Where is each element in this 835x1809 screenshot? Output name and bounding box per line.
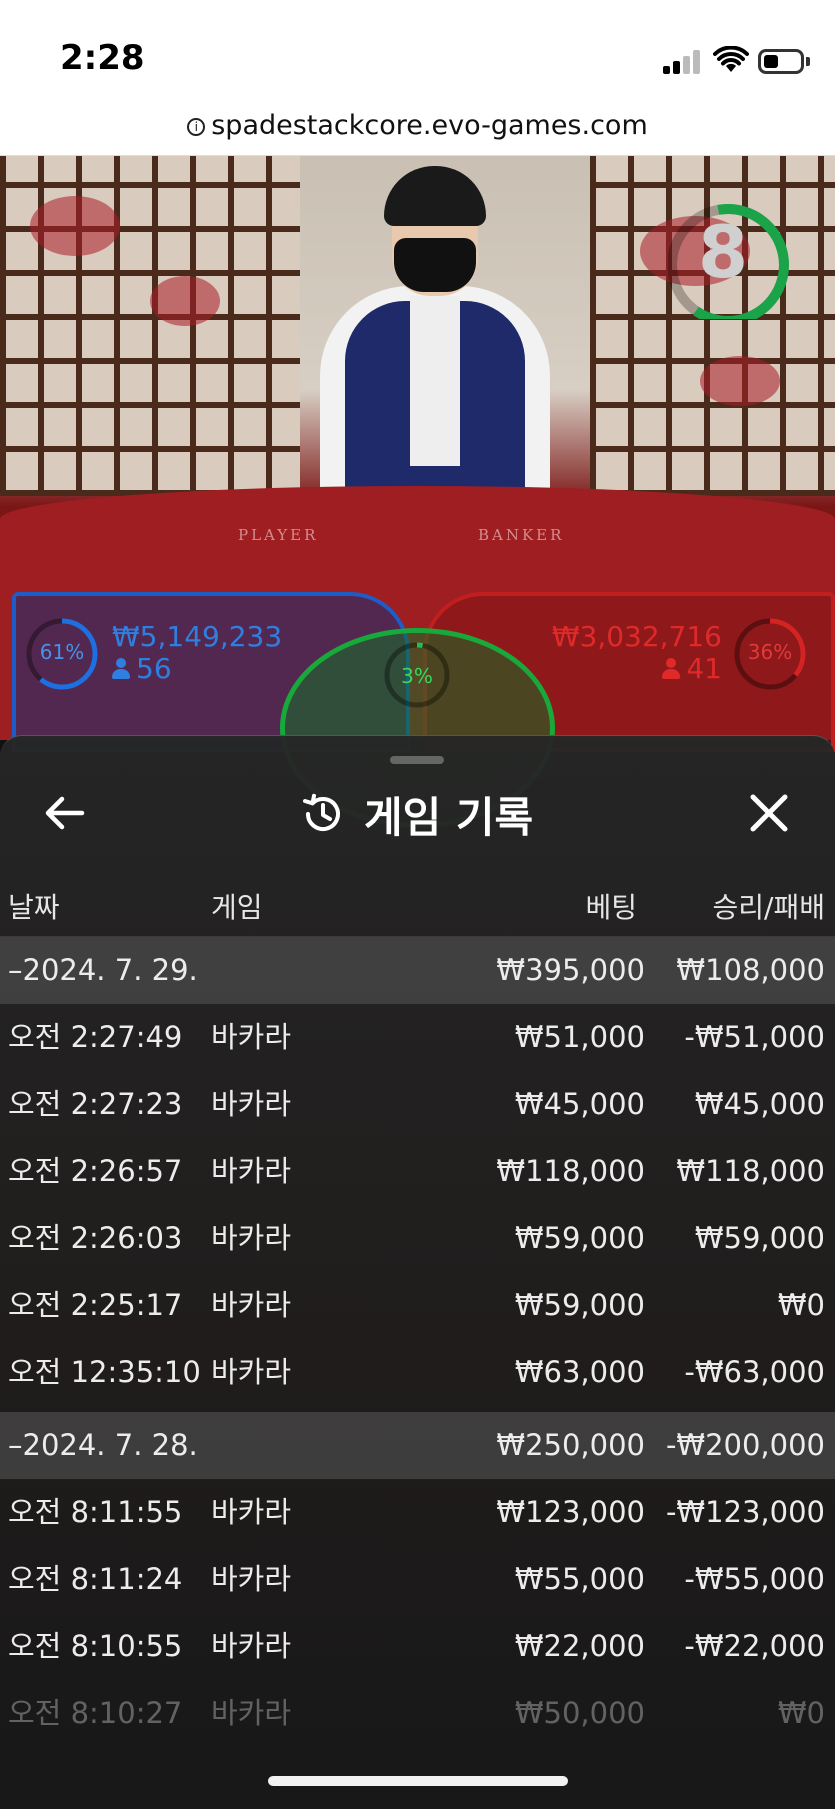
history-row[interactable]: 오전 8:10:55 바카라 ₩22,000 -₩22,000 (0, 1613, 835, 1680)
row-time: 오전 2:25:17 (8, 1288, 183, 1322)
row-winloss: ₩45,000 (694, 1087, 825, 1121)
row-bet: ₩50,000 (514, 1696, 645, 1730)
history-row[interactable]: 오전 8:11:55 바카라 ₩123,000 -₩123,000 (0, 1479, 835, 1546)
history-row[interactable]: 오전 2:27:49 바카라 ₩51,000 -₩51,000 (0, 1004, 835, 1071)
banker-count-person-icon (662, 658, 681, 680)
row-winloss: -₩123,000 (665, 1495, 825, 1529)
row-winloss: -₩63,000 (684, 1355, 825, 1389)
column-header-winloss: 승리/패배 (712, 891, 825, 924)
status-bar: 2:28 (0, 0, 835, 104)
info-icon[interactable]: i (187, 118, 206, 136)
player-bet-count: 56 (136, 652, 172, 685)
group-winloss-total: -₩200,000 (665, 1428, 825, 1462)
table-label-banker: BANKER (478, 526, 565, 544)
status-time: 2:28 (60, 38, 145, 78)
column-header-game: 게임 (211, 891, 263, 924)
row-game: 바카라 (211, 1221, 292, 1255)
row-bet: ₩55,000 (514, 1562, 645, 1596)
row-time: 오전 2:27:49 (8, 1020, 183, 1054)
banker-bet-amount: ₩3,032,716 (551, 620, 722, 653)
group-date: –2024. 7. 29. (8, 953, 198, 987)
arrow-left-icon[interactable] (38, 786, 92, 840)
row-game: 바카라 (211, 1020, 292, 1054)
group-winloss-total: ₩108,000 (676, 953, 825, 987)
history-row[interactable]: 오전 8:10:27 바카라 ₩50,000 ₩0 (0, 1680, 835, 1747)
row-time: 오전 2:26:57 (8, 1154, 183, 1188)
row-bet: ₩45,000 (514, 1087, 645, 1121)
tie-percentage: 3% (401, 664, 433, 688)
row-bet: ₩59,000 (514, 1221, 645, 1255)
group-date: –2024. 7. 28. (8, 1428, 198, 1462)
row-game: 바카라 (211, 1629, 292, 1663)
home-indicator[interactable] (268, 1776, 568, 1786)
sheet-title-text: 게임 기록 (364, 792, 534, 842)
column-header-bet: 베팅 (585, 891, 637, 924)
history-row[interactable]: 오전 12:35:10 바카라 ₩63,000 -₩63,000 (0, 1339, 835, 1406)
row-game: 바카라 (211, 1087, 292, 1121)
row-winloss: -₩51,000 (684, 1020, 825, 1054)
table-label-player: PLAYER (238, 526, 319, 544)
history-row[interactable]: 오전 2:27:23 바카라 ₩45,000 ₩45,000 (0, 1071, 835, 1138)
row-winloss: ₩118,000 (676, 1154, 825, 1188)
row-winloss: -₩22,000 (684, 1629, 825, 1663)
url-text[interactable]: i spadestackcore.evo-games.com (187, 110, 648, 141)
row-time: 오전 8:11:24 (8, 1562, 183, 1596)
row-bet: ₩118,000 (496, 1154, 645, 1188)
player-bet-amount: ₩5,149,233 (112, 620, 283, 653)
row-winloss: ₩0 (777, 1288, 825, 1322)
row-time: 오전 8:10:55 (8, 1629, 183, 1663)
row-game: 바카라 (211, 1562, 292, 1596)
history-row[interactable]: 오전 8:11:24 바카라 ₩55,000 -₩55,000 (0, 1546, 835, 1613)
cellular-signal-icon (663, 50, 703, 74)
row-bet: ₩22,000 (514, 1629, 645, 1663)
sheet-drag-handle[interactable] (390, 756, 444, 764)
group-bet-total: ₩395,000 (496, 953, 645, 987)
date-group-row[interactable]: –2024. 7. 28. ₩250,000 -₩200,000 (0, 1412, 835, 1479)
history-icon (303, 793, 340, 831)
row-game: 바카라 (211, 1355, 292, 1389)
row-time: 오전 12:35:10 (8, 1355, 201, 1389)
row-winloss: ₩0 (777, 1696, 825, 1730)
row-time: 오전 2:27:23 (8, 1087, 183, 1121)
banker-percentage: 36% (747, 640, 793, 664)
sheet-title: 게임 기록 (300, 784, 533, 844)
group-bet-total: ₩250,000 (496, 1428, 645, 1462)
address-bar[interactable]: i spadestackcore.evo-games.com (0, 104, 835, 156)
row-game: 바카라 (211, 1495, 292, 1529)
row-bet: ₩51,000 (514, 1020, 645, 1054)
row-winloss: -₩55,000 (684, 1562, 825, 1596)
row-time: 오전 8:11:55 (8, 1495, 183, 1529)
battery-icon (758, 49, 804, 74)
row-winloss: ₩59,000 (694, 1221, 825, 1255)
game-history-sheet: 게임 기록 날짜 게임 베팅 승리/패배 –2024. 7. 29. ₩395,0… (0, 735, 835, 1809)
row-time: 오전 8:10:27 (8, 1696, 183, 1730)
row-bet: ₩123,000 (496, 1495, 645, 1529)
history-row[interactable]: 오전 2:25:17 바카라 ₩59,000 ₩0 (0, 1272, 835, 1339)
row-game: 바카라 (211, 1696, 292, 1730)
row-game: 바카라 (211, 1288, 292, 1322)
date-group-row[interactable]: –2024. 7. 29. ₩395,000 ₩108,000 (0, 937, 835, 1004)
close-icon[interactable] (742, 786, 796, 840)
wifi-icon (713, 46, 749, 72)
row-bet: ₩63,000 (514, 1355, 645, 1389)
banker-bet-count: 41 (686, 652, 722, 685)
countdown-number: 8 (697, 210, 749, 294)
url-label: spadestackcore.evo-games.com (211, 110, 648, 141)
history-row[interactable]: 오전 2:26:57 바카라 ₩118,000 ₩118,000 (0, 1138, 835, 1205)
player-percentage: 61% (39, 640, 85, 664)
player-count-person-icon (112, 658, 130, 680)
row-game: 바카라 (211, 1154, 292, 1188)
row-bet: ₩59,000 (514, 1288, 645, 1322)
column-header-date: 날짜 (8, 891, 60, 924)
row-time: 오전 2:26:03 (8, 1221, 183, 1255)
history-row[interactable]: 오전 2:26:03 바카라 ₩59,000 ₩59,000 (0, 1205, 835, 1272)
